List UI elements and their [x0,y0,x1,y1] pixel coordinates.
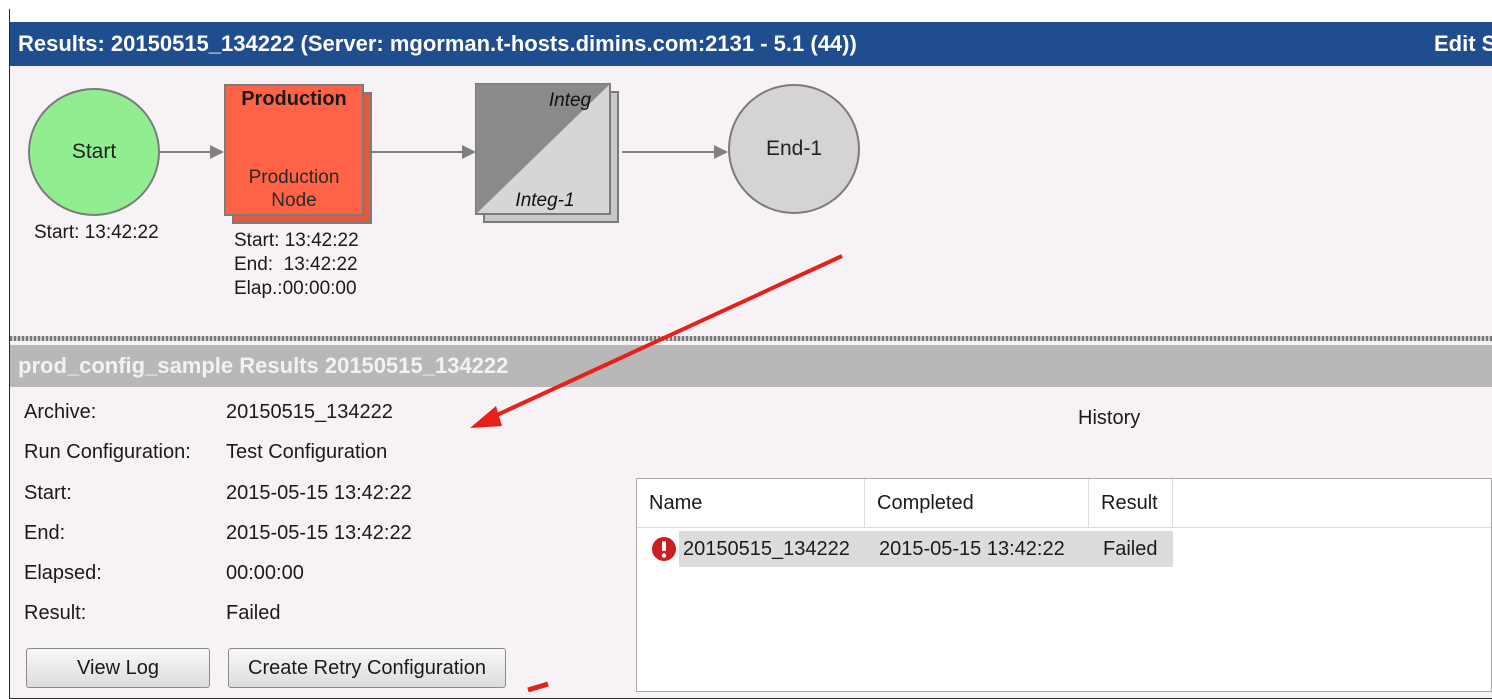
start-value: 2015-05-15 13:42:22 [226,482,412,504]
history-row-result: Failed [1103,538,1158,560]
production-elapsed-time: Elap.:00:00:00 [234,278,357,299]
production-end-time: End: 13:42:22 [234,254,358,275]
run-config-label: Run Configuration: [24,441,191,463]
workflow-canvas: Integ Integ-1 Start Start: 13:42:22 Prod… [10,66,1492,336]
panel-splitter[interactable] [10,336,1492,341]
end-node[interactable]: End-1 [728,84,860,214]
integ-top-label: Integ [549,90,592,111]
title-bar: Results: 20150515_134222 (Server: mgorma… [10,22,1492,66]
elapsed-label: Elapsed: [24,562,102,584]
window-top-strip [10,9,1492,22]
start-node-time: Start: 13:42:22 [34,222,159,243]
end-value: 2015-05-15 13:42:22 [226,522,412,544]
run-config-value: Test Configuration [226,441,388,463]
column-header-name[interactable]: Name [637,479,865,527]
arrowhead-end [714,145,728,159]
result-label: Result: [24,602,87,624]
results-section-header: prod_config_sample Results 20150515_1342… [10,345,1492,387]
history-grid-header: Name Completed Result [637,479,1491,528]
production-node-title: Production [241,88,347,110]
start-label: Start: [24,482,72,504]
arrowhead-production [210,145,224,159]
archive-label: Archive: [24,401,97,423]
view-log-button[interactable]: View Log [26,648,210,688]
history-grid: Name Completed Result 20150515_134222 20… [636,478,1492,692]
end-label: End: [24,522,66,544]
production-node-body: Production Production Node [224,84,364,216]
history-title: History [1078,407,1141,429]
arrowhead-integ [462,145,476,159]
edit-menu[interactable]: Edit S [1434,22,1492,66]
start-node-label: Start [71,140,117,163]
history-row-completed: 2015-05-15 13:42:22 [879,538,1065,560]
elapsed-value: 00:00:00 [226,562,304,584]
end-node-label: End-1 [765,137,823,160]
create-retry-configuration-button[interactable]: Create Retry Configuration [228,648,506,688]
column-header-result[interactable]: Result [1089,479,1173,527]
history-row-name: 20150515_134222 [683,538,850,560]
column-header-completed[interactable]: Completed [865,479,1089,527]
production-node-subtitle-line2: Node [271,190,317,211]
result-value: Failed [226,602,281,624]
production-node[interactable]: Production Production Node [224,84,372,224]
integ-node[interactable]: Integ Integ-1 [475,83,619,223]
start-node[interactable]: Start [28,88,160,216]
production-start-time: Start: 13:42:22 [234,230,359,251]
window-title: Results: 20150515_134222 (Server: mgorma… [18,31,857,56]
error-icon [652,537,676,561]
archive-value: 20150515_134222 [226,401,393,423]
production-node-subtitle-line1: Production [248,167,340,188]
integ-bottom-label: Integ-1 [515,190,574,211]
